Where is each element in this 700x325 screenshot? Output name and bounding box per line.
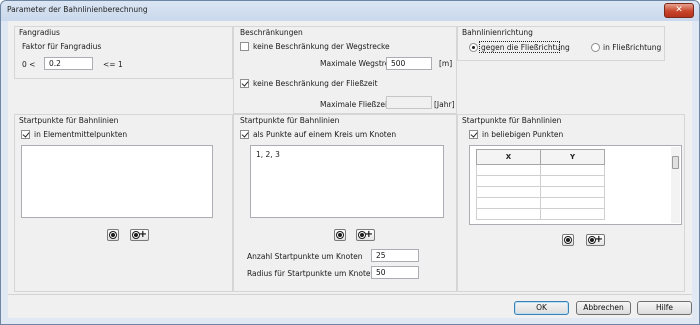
start-elements-group: Startpunkte für Bahnlinien in Elementmit…: [14, 114, 233, 292]
table-row: [476, 197, 605, 209]
points-table: X Y: [476, 149, 605, 220]
count-input[interactable]: 25: [371, 249, 419, 262]
table-row: [476, 208, 605, 220]
start-arbitrary-title: Startpunkte für Bahnlinien: [462, 116, 562, 125]
plus-icon: +: [364, 229, 373, 240]
title-bar: Parameter der Bahnlinienberechnung ✕: [1, 1, 699, 21]
target-dot-icon: [337, 232, 343, 238]
table-row: [476, 164, 605, 176]
table-cell[interactable]: [476, 164, 541, 176]
cancel-button[interactable]: Abbrechen: [576, 301, 631, 315]
with-flow-label: in Fließrichtung: [603, 43, 662, 52]
ok-button[interactable]: OK: [514, 301, 569, 315]
points-grid-scrollbar[interactable]: [671, 147, 680, 223]
no-time-limit-label: keine Beschränkung der Fließzeit: [253, 79, 378, 88]
max-path-unit: [m]: [439, 59, 453, 68]
table-cell[interactable]: [540, 197, 605, 209]
arbitrary-points-label: in beliebigen Punkten: [482, 130, 564, 139]
count-label: Anzahl Startpunkte um Knoten: [247, 252, 363, 261]
scrollbar-thumb[interactable]: [672, 156, 679, 169]
beschraenkungen-title: Beschränkungen: [240, 28, 303, 37]
table-cell[interactable]: [540, 175, 605, 187]
richtung-group: Bahnlinienrichtung gegen die Fließrichtu…: [457, 26, 665, 61]
beschraenkungen-group: Beschränkungen keine Beschränkung der We…: [233, 26, 457, 114]
max-time-unit: [Jahr]: [434, 100, 455, 109]
table-cell[interactable]: [476, 197, 541, 209]
max-time-label: Maximale Fließzeit: [320, 100, 390, 109]
footer-separator: [8, 294, 692, 295]
element-centers-list[interactable]: [21, 145, 213, 218]
table-row: [476, 186, 605, 198]
column-header-x[interactable]: X: [476, 149, 541, 165]
arbitrary-points-checkbox[interactable]: [469, 130, 478, 139]
fangradius-group: Fangradius Faktor für Fangradius 0 < 0.2…: [14, 26, 233, 79]
dialog-window: Parameter der Bahnlinienberechnung ✕ Fan…: [0, 0, 700, 325]
table-cell[interactable]: [540, 208, 605, 220]
start-elements-title: Startpunkte für Bahnlinien: [19, 116, 119, 125]
richtung-title: Bahnlinienrichtung: [462, 28, 533, 37]
max-time-input[interactable]: [386, 96, 432, 109]
table-cell[interactable]: [476, 186, 541, 198]
table-row: [476, 175, 605, 187]
circle-points-checkbox[interactable]: [240, 130, 249, 139]
close-icon: ✕: [675, 5, 683, 15]
circle-add-button[interactable]: +: [356, 229, 375, 241]
arbitrary-add-button[interactable]: +: [586, 234, 605, 246]
radius-label: Radius für Startpunkte um Knoten: [247, 269, 376, 278]
max-path-input[interactable]: 500: [386, 57, 432, 70]
with-flow-radio[interactable]: [591, 43, 600, 52]
element-add-button[interactable]: +: [130, 229, 149, 241]
against-flow-radio[interactable]: [469, 43, 478, 52]
fangradius-lower-bound: 0 <: [22, 60, 36, 69]
no-path-limit-label: keine Beschränkung der Wegstrecke: [253, 42, 390, 51]
start-arbitrary-group: Startpunkte für Bahnlinien in beliebigen…: [457, 114, 685, 292]
element-centers-label: in Elementmittelpunkten: [34, 130, 128, 139]
table-cell[interactable]: [540, 186, 605, 198]
window-title: Parameter der Bahnlinienberechnung: [7, 5, 148, 14]
circle-select-button[interactable]: [334, 229, 346, 241]
circle-nodes-list[interactable]: 1, 2, 3: [250, 145, 444, 218]
points-grid[interactable]: X Y: [469, 145, 682, 225]
fangradius-upper-bound: <= 1: [103, 60, 123, 69]
circle-points-label: als Punkte auf einem Kreis um Knoten: [253, 130, 397, 139]
radius-input[interactable]: 50: [371, 266, 419, 279]
fangradius-factor-label: Faktor für Fangradius: [22, 42, 102, 51]
arbitrary-select-button[interactable]: [562, 234, 574, 246]
no-time-limit-checkbox[interactable]: [240, 79, 249, 88]
no-path-limit-checkbox[interactable]: [240, 42, 249, 51]
plus-icon: +: [594, 234, 603, 245]
fangradius-factor-input[interactable]: 0.2: [44, 57, 93, 70]
plus-icon: +: [138, 229, 147, 240]
help-button[interactable]: Hilfe: [637, 301, 692, 315]
column-header-y[interactable]: Y: [540, 149, 605, 165]
against-flow-label: gegen die Fließrichtung: [481, 43, 570, 52]
element-select-button[interactable]: [107, 229, 119, 241]
table-cell[interactable]: [476, 208, 541, 220]
element-centers-checkbox[interactable]: [21, 130, 30, 139]
start-circle-group: Startpunkte für Bahnlinien als Punkte au…: [233, 114, 457, 292]
dialog-client-area: Fangradius Faktor für Fangradius 0 < 0.2…: [8, 21, 692, 318]
fangradius-title: Fangradius: [19, 28, 60, 37]
start-circle-title: Startpunkte für Bahnlinien: [240, 116, 340, 125]
table-cell[interactable]: [476, 175, 541, 187]
target-dot-icon: [565, 237, 571, 243]
close-button[interactable]: ✕: [664, 3, 694, 18]
target-dot-icon: [110, 232, 116, 238]
table-cell[interactable]: [540, 164, 605, 176]
